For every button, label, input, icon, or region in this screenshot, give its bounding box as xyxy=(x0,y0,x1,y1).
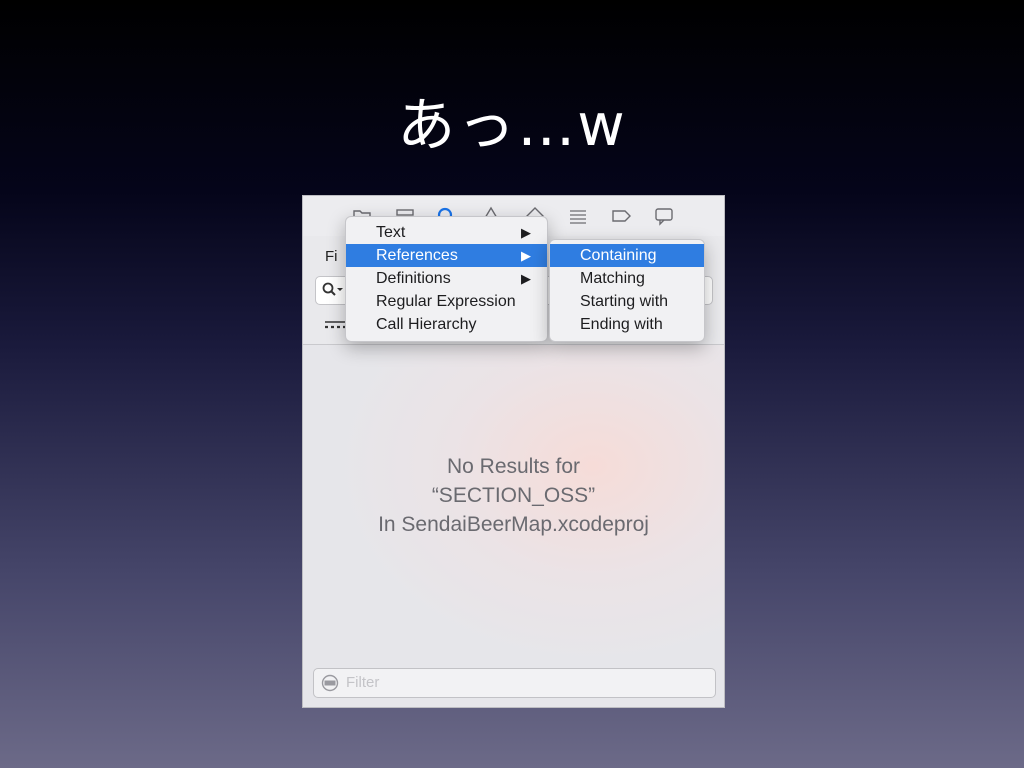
options-icon[interactable] xyxy=(324,320,346,332)
menu-item-regular-expression[interactable]: Regular Expression xyxy=(346,290,547,313)
submenu-item-ending-with[interactable]: Ending with xyxy=(550,313,704,336)
submenu-arrow-icon: ▶ xyxy=(521,271,531,286)
menu-item-label: Call Hierarchy xyxy=(376,316,477,333)
submenu-item-matching[interactable]: Matching xyxy=(550,267,704,290)
breakpoint-icon[interactable] xyxy=(610,205,632,227)
filter-icon xyxy=(321,674,339,692)
no-results-line-1: No Results for xyxy=(446,455,581,478)
submenu-arrow-icon: ▶ xyxy=(521,248,531,263)
menu-item-call-hierarchy[interactable]: Call Hierarchy xyxy=(346,313,547,336)
submenu-item-containing[interactable]: Containing xyxy=(550,244,704,267)
menu-item-label: Regular Expression xyxy=(376,293,516,310)
find-label: Fi xyxy=(325,248,338,265)
find-mode-menu: Text ▶ References ▶ Definitions ▶ Regula… xyxy=(345,216,548,342)
menu-item-label: Definitions xyxy=(376,270,451,287)
menu-item-label: References xyxy=(376,247,458,264)
menu-item-text[interactable]: Text ▶ xyxy=(346,221,547,244)
no-results-message: No Results for “SECTION_OSS” In SendaiBe… xyxy=(303,452,724,539)
filter-placeholder: Filter xyxy=(346,674,380,691)
menu-item-definitions[interactable]: Definitions ▶ xyxy=(346,267,547,290)
menu-item-references[interactable]: References ▶ xyxy=(346,244,547,267)
submenu-arrow-icon: ▶ xyxy=(521,225,531,240)
filter-field[interactable]: Filter xyxy=(313,668,716,698)
submenu-item-starting-with[interactable]: Starting with xyxy=(550,290,704,313)
menu-item-label: Text xyxy=(376,224,406,241)
references-submenu: Containing Matching Starting with Ending… xyxy=(549,239,705,342)
debug-icon[interactable] xyxy=(567,205,589,227)
search-options-icon[interactable] xyxy=(321,281,345,299)
no-results-query: “SECTION_OSS” xyxy=(431,484,596,507)
no-results-scope: In SendaiBeerMap.xcodeproj xyxy=(378,513,649,536)
slide-title: あっ…w xyxy=(397,91,627,159)
report-icon[interactable] xyxy=(653,205,675,227)
